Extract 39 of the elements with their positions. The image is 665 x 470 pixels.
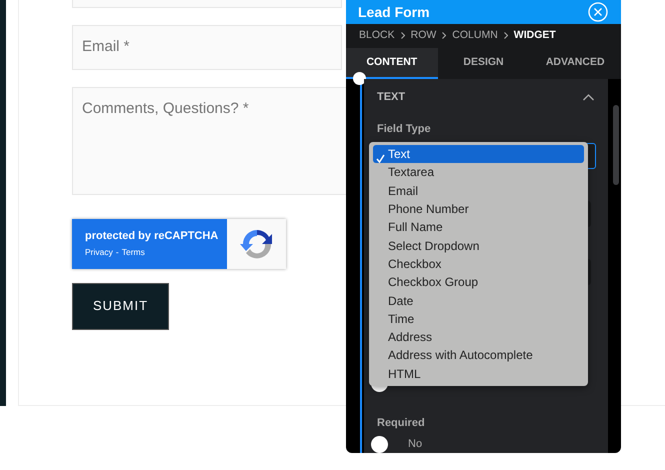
section-title[interactable]: TEXT [377, 88, 406, 106]
breadcrumb-link[interactable]: COLUMN [452, 28, 498, 44]
panel-tab[interactable]: ADVANCED [529, 48, 621, 79]
dropdown-option[interactable]: Email [373, 182, 584, 200]
separator-text: - [116, 247, 119, 258]
privacy-link[interactable]: Privacy [85, 247, 113, 258]
toggle-switch[interactable] [371, 436, 388, 453]
recaptcha-text: protected by reCAPTCHA [85, 228, 220, 244]
field-label: Field Type [377, 122, 432, 138]
dropdown-option[interactable]: Full Name [373, 218, 584, 236]
dropdown-option[interactable]: Address [373, 328, 584, 346]
dropdown-option[interactable]: Checkbox Group [373, 273, 584, 292]
dropdown-option[interactable]: Checkbox [373, 254, 584, 274]
panel-title: Lead Form [358, 2, 430, 22]
chevron-icon[interactable] [583, 94, 594, 101]
dropdown-option[interactable]: HTML [373, 364, 584, 383]
chevron-icon [504, 32, 508, 39]
submit-button[interactable]: SUBMIT [72, 282, 169, 330]
chevron-icon [442, 32, 446, 39]
panel-tab[interactable]: CONTENT [346, 48, 438, 79]
input-field[interactable] [72, 0, 342, 8]
panel-tab[interactable]: DESIGN [438, 48, 530, 79]
dropdown-option[interactable]: Select Dropdown [373, 236, 584, 255]
checkmark-icon [376, 154, 385, 164]
field-label: Required [377, 416, 426, 432]
terms-link[interactable]: Terms [122, 247, 145, 258]
toggle-label: No [408, 437, 422, 452]
dropdown-option[interactable]: Phone Number [373, 200, 584, 218]
dropdown-option[interactable]: Text [373, 145, 584, 164]
chevron-icon [400, 32, 405, 39]
dropdown-option[interactable]: Time [373, 310, 584, 328]
breadcrumb-link[interactable]: ROW [410, 28, 436, 44]
breadcrumb-link[interactable]: BLOCK [359, 28, 395, 44]
dropdown-option[interactable]: Textarea [373, 163, 584, 182]
scrollbar[interactable] [613, 104, 619, 185]
email-field[interactable]: Email * [72, 25, 342, 70]
dropdown-option[interactable]: Address with Autocomplete [373, 346, 584, 365]
close-icon[interactable] [588, 2, 608, 22]
dropdown-option[interactable]: Date [373, 291, 584, 310]
